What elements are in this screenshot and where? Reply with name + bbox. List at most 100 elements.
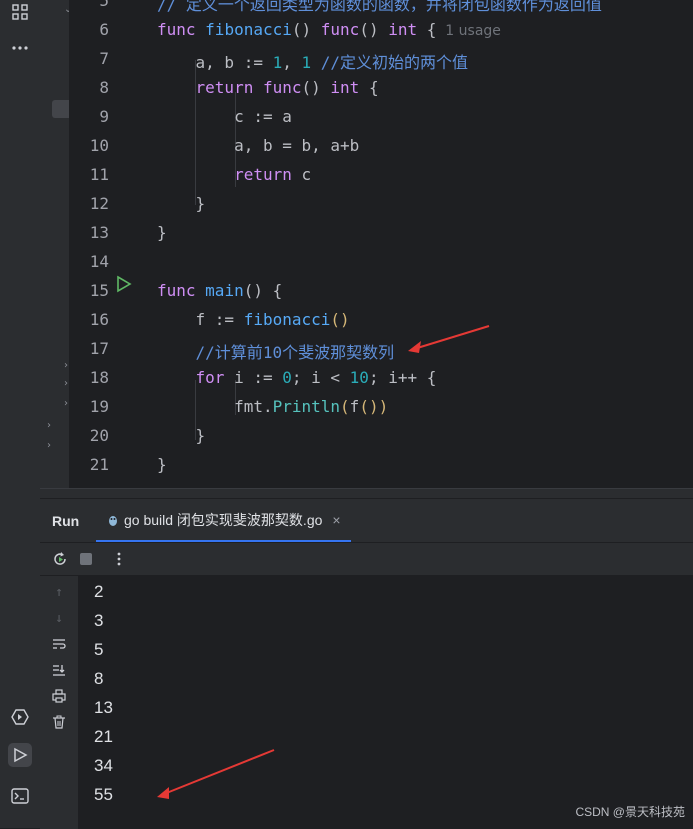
code-line[interactable]: fmt.Println(f()) (157, 397, 388, 416)
output-line: 55 (94, 785, 113, 804)
code-token: f := (157, 310, 244, 329)
chevron-right-icon[interactable]: › (64, 398, 68, 409)
line-number: 8 (99, 78, 109, 97)
code-token: 1 usage (436, 23, 501, 39)
output-line: 8 (94, 669, 104, 688)
code-line[interactable]: // 定义一个返回类型为函数的函数，并将闭包函数作为返回值 (157, 0, 602, 15)
run-tab-title: go build 闭包实现斐波那契数.go (124, 511, 323, 528)
code-line[interactable]: } (157, 194, 206, 213)
code-line[interactable]: func main() { (157, 281, 282, 300)
run-tabbar: Run go build 闭包实现斐波那契数.go × (40, 499, 693, 543)
code-token: 10 (262, 343, 283, 362)
code-token: { (359, 78, 379, 97)
line-number: 11 (89, 165, 109, 184)
code-token: ; i++ { (368, 368, 437, 387)
line-number: 20 (89, 426, 109, 445)
console-output[interactable]: 2 3 5 8 13 21 34 55 (78, 576, 693, 829)
code-token: f (349, 397, 360, 416)
run-panel-title: Run (52, 513, 80, 529)
code-token: () (359, 20, 389, 39)
code-token: a, b = b, a+b (157, 136, 360, 155)
output-line: 34 (94, 756, 113, 775)
output-line: 21 (94, 727, 113, 746)
code-token: fibonacci (205, 20, 292, 39)
code-token: () (359, 397, 379, 416)
code-token: c (291, 165, 312, 184)
arrow-up-icon[interactable]: ↑ (49, 582, 69, 602)
code-token: c := a (157, 107, 292, 126)
code-line[interactable]: f := fibonacci() (157, 310, 350, 329)
trash-icon[interactable] (49, 712, 69, 732)
line-number: 16 (89, 310, 109, 329)
code-editor[interactable]: 5 // 定义一个返回类型为函数的函数，并将闭包函数作为返回值 6 func fibo… (69, 0, 693, 488)
chevron-right-icon[interactable]: › (64, 360, 68, 371)
code-token: ) (378, 397, 389, 416)
activity-bar (0, 0, 41, 828)
debug-icon[interactable] (8, 705, 32, 729)
code-line[interactable]: a, b = b, a+b (157, 136, 359, 155)
more-vertical-icon[interactable] (109, 549, 129, 569)
output-line: 5 (94, 640, 104, 659)
code-line[interactable]: return func() int { (157, 78, 379, 97)
run-icon[interactable] (8, 743, 32, 767)
code-token: 1 (301, 53, 312, 72)
code-token: //定义初始的两个值 (311, 53, 469, 72)
code-line[interactable]: return c (157, 165, 311, 184)
run-panel: Run go build 闭包实现斐波那契数.go × ↑ ↓ 2 3 5 8 … (40, 498, 693, 829)
annotation-arrow (157, 749, 275, 799)
code-line[interactable]: for i := 0; i < 10; i++ { (157, 368, 437, 387)
code-line[interactable]: } (157, 223, 167, 242)
project-panel: ⌄ › › › › › (40, 0, 72, 488)
code-line[interactable]: } (157, 426, 206, 445)
code-token: func (320, 20, 360, 39)
soft-wrap-icon[interactable] (49, 634, 69, 654)
line-number: 14 (89, 252, 109, 271)
code-token: int (330, 78, 360, 97)
gopher-icon (109, 515, 117, 526)
code-token: ( (340, 397, 350, 416)
code-token: 10 (349, 368, 369, 387)
more-icon[interactable] (8, 36, 32, 60)
code-line[interactable]: func fibonacci() func() int { 1 usage (157, 20, 501, 39)
code-line[interactable]: a, b := 1, 1 //定义初始的两个值 (157, 49, 469, 73)
code-line[interactable]: c := a (157, 107, 292, 126)
output-line: 13 (94, 698, 113, 717)
run-config-tab[interactable]: go build 闭包实现斐波那契数.go × (96, 499, 351, 542)
line-number: 9 (99, 107, 109, 126)
line-number: 21 (89, 455, 109, 474)
code-token: () (330, 310, 350, 329)
structure-icon[interactable] (8, 0, 32, 24)
code-token: } (157, 426, 206, 445)
print-icon[interactable] (49, 686, 69, 706)
scroll-to-end-icon[interactable] (49, 660, 69, 680)
code-token: return (195, 78, 263, 97)
code-token: () (291, 20, 321, 39)
chevron-right-icon[interactable]: › (47, 440, 51, 451)
code-token: func (157, 281, 206, 300)
code-token: 个斐波那契数列 (282, 343, 395, 362)
chevron-right-icon[interactable]: › (64, 378, 68, 389)
terminal-icon[interactable] (8, 784, 32, 808)
rerun-icon[interactable] (50, 549, 70, 569)
code-token: // 定义一个返回类型为函数的函数，并将闭包函数作为返回值 (157, 0, 602, 14)
arrow-down-icon[interactable]: ↓ (49, 608, 69, 628)
line-number: 18 (89, 368, 109, 387)
code-line[interactable]: } (157, 455, 167, 474)
code-token: for (195, 368, 225, 387)
project-selection[interactable] (52, 100, 69, 118)
code-line[interactable]: //计算前10个斐波那契数列 (157, 339, 395, 363)
code-token: () (301, 78, 331, 97)
line-number: 6 (99, 20, 109, 39)
close-icon[interactable]: × (332, 512, 340, 528)
stop-icon[interactable] (76, 549, 96, 569)
code-token: { (417, 20, 437, 39)
code-token: Println (272, 397, 341, 416)
watermark: CSDN @景天科技苑 (575, 805, 685, 819)
chevron-right-icon[interactable]: › (47, 420, 51, 431)
code-token: func (157, 20, 206, 39)
code-token: //计算前 (157, 343, 263, 362)
code-token: a, b := (157, 53, 273, 72)
code-token: } (157, 455, 167, 474)
